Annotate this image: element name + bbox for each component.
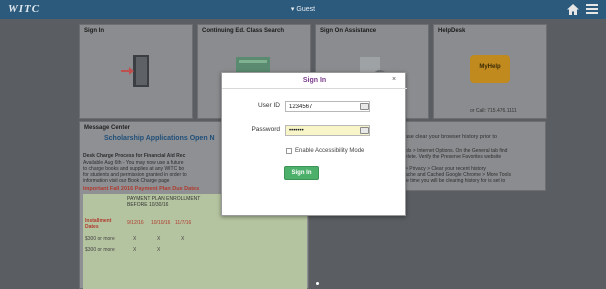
- home-icon[interactable]: [566, 3, 580, 16]
- date-cell: 9/12/16: [127, 220, 144, 226]
- tile-title: HelpDesk: [438, 28, 466, 34]
- keyboard-icon[interactable]: [360, 103, 369, 110]
- message-center-title: Message Center: [84, 125, 131, 131]
- scholarship-link[interactable]: Scholarship Applications Open N: [104, 135, 215, 142]
- dialog-title: Sign In: [302, 77, 327, 84]
- userid-label: User ID: [257, 102, 280, 109]
- menu-icon[interactable]: [586, 4, 598, 15]
- mark-cell: X: [157, 247, 161, 253]
- tile-title: Sign On Assistance: [320, 28, 377, 34]
- sign-in-door-icon: [121, 55, 149, 87]
- tile-title: Continuing Ed. Class Search: [202, 28, 285, 34]
- msg-line: Desk Charge Process for Financial Aid Re…: [83, 153, 186, 159]
- tile-title: Sign In: [84, 28, 104, 34]
- sign-in-dialog: Sign In ×: [221, 72, 407, 216]
- close-icon[interactable]: ×: [392, 76, 396, 83]
- msg-line[interactable]: information visit our Book Charge page: [83, 178, 169, 184]
- password-label: Password: [251, 126, 280, 133]
- mark-cell: X: [133, 247, 137, 253]
- userid-input[interactable]: [285, 101, 370, 112]
- date-cell: 11/7/16: [175, 220, 192, 226]
- password-input[interactable]: [285, 125, 370, 136]
- date-cell: 10/10/16: [151, 220, 171, 226]
- dialog-header: Sign In ×: [222, 73, 407, 89]
- browser-tips-panel: ase clear your browser history prior to …: [398, 121, 546, 191]
- tile-sign-in[interactable]: Sign In: [79, 24, 193, 119]
- mark-cell: X: [157, 236, 161, 242]
- top-bar: WITC ▾ Guest: [0, 0, 606, 19]
- mark-cell: X: [133, 236, 137, 242]
- tip-line: le time you will be clearing history for…: [405, 178, 506, 184]
- accessibility-label[interactable]: Enable Accessibility Mode: [295, 148, 364, 154]
- row-label: $300 or more: [85, 236, 115, 242]
- plan-title: Important Fall 2016 Payment Plan Due Dat…: [83, 186, 200, 192]
- helpdesk-logo: MyHelp: [470, 55, 510, 83]
- mark-cell: X: [181, 236, 185, 242]
- guest-menu[interactable]: ▾ Guest: [0, 5, 606, 13]
- helpdesk-phone: or Call: 715.476.1111: [470, 108, 517, 114]
- plan-header: PAYMENT PLAN ENROLLMENT BEFORE 10/30/16: [127, 196, 201, 208]
- helpdesk-logo-text: MyHelp: [479, 64, 501, 70]
- tip-line: ase clear your browser history prior to: [405, 134, 498, 140]
- keyboard-icon[interactable]: [360, 127, 369, 134]
- accessibility-checkbox[interactable]: [286, 148, 292, 154]
- tip-line: elete. Verify the Preserve Favorites web…: [405, 154, 502, 160]
- carousel-dot[interactable]: [316, 282, 319, 285]
- row-label: $300 or more: [85, 247, 115, 253]
- tile-helpdesk[interactable]: HelpDesk MyHelp or Call: 715.476.1111: [433, 24, 547, 119]
- installment-label: Installment Dates: [85, 218, 112, 230]
- sign-in-button[interactable]: Sign In: [284, 166, 319, 180]
